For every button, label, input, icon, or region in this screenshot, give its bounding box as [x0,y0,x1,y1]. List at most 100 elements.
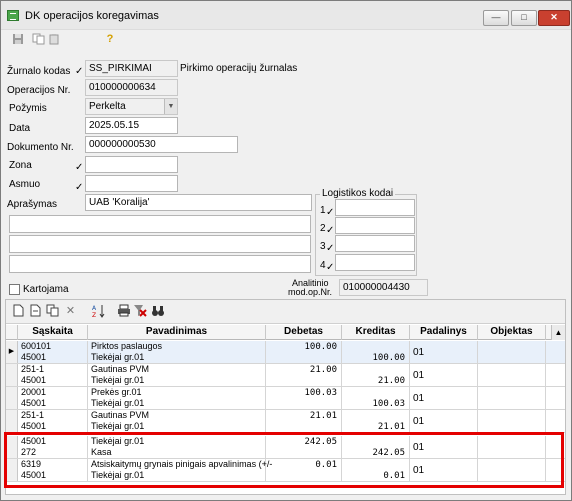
account-cell: 45001 272 [18,436,88,458]
table-row[interactable]: ▶ 600101 45001 Pirktos paslaugos Tiekėja… [6,341,565,364]
credit-cell: 100.00 [342,341,410,363]
repeat-checkbox[interactable] [9,284,20,295]
account-debit: 251-1 [21,410,45,420]
document-no-field[interactable]: 000000000530 [85,136,238,153]
account-debit: 20001 [21,387,47,397]
logistics-code-2-label: 2 [320,223,326,234]
account-debit: 45001 [21,436,47,446]
row-indicator [6,410,18,432]
debit-value: 0.01 [315,460,337,470]
table-row[interactable]: 251-1 45001 Gautinas PVM Tiekėjai gr.01 … [6,410,565,433]
minimize-button[interactable]: — [483,10,509,26]
check-icon: ✓ [326,225,335,236]
description-line-3[interactable] [9,235,311,253]
col-padalinys[interactable]: Padalinys [410,325,478,340]
department-value: 01 [413,393,425,404]
date-field[interactable]: 2025.05.15 [85,117,178,134]
table-row[interactable]: 6319 45001 Atsiskaitymų grynais pinigais… [6,459,565,482]
help-icon[interactable]: ? [103,33,117,46]
analytic-op-no-field: 010000004430 [339,279,428,296]
debit-cell: 242.05 [266,436,342,458]
print-icon[interactable] [117,304,130,318]
maximize-button[interactable]: □ [511,10,537,26]
scroll-up-icon[interactable]: ▲ [551,325,565,340]
app-icon [7,10,19,21]
operation-no-label: Operacijos Nr. [7,85,71,96]
repeat-label: Kartojama [23,284,69,295]
name-debit: Atsiskaitymų grynais pinigais apvalinima… [91,459,273,469]
check-icon: ✓ [326,262,335,273]
remove-filter-icon[interactable] [133,304,147,318]
row-indicator-icon: ▶ [6,341,18,363]
credit-cell: 21.00 [342,364,410,386]
title-bar: DK operacijos koregavimas — □ ✕ [1,1,571,30]
row-indicator [6,436,18,458]
name-debit: Gautinas PVM [91,410,150,420]
credit-value: 21.01 [377,422,405,432]
logistics-code-1-field[interactable] [335,199,415,216]
department-cell: 01 [410,364,478,386]
chevron-down-icon[interactable]: ▼ [164,99,177,114]
credit-value: 0.01 [383,471,405,481]
close-button[interactable]: ✕ [538,10,570,26]
attribute-select[interactable]: Perkelta ▼ [85,98,178,115]
operation-no-field: 010000000634 [85,79,178,96]
name-credit: Kasa [91,447,112,457]
name-credit: Tiekėjai gr.01 [91,421,145,431]
col-objektas[interactable]: Objektas [478,325,546,340]
new-row-icon[interactable] [12,304,25,318]
credit-value: 100.00 [372,353,405,363]
col-pavadinimas[interactable]: Pavadinimas [88,325,266,340]
grid-header: Sąskaita Pavadinimas Debetas Kreditas Pa… [6,325,565,340]
table-row[interactable]: 45001 272 Tiekėjai gr.01 Kasa 242.05 242… [6,436,565,459]
debit-value: 100.00 [304,342,337,352]
copy-icon[interactable] [31,33,45,46]
table-row[interactable]: 20001 45001 Prekės gr.01 Tiekėjai gr.01 … [6,387,565,410]
col-kreditas[interactable]: Kreditas [342,325,410,340]
debit-value: 21.00 [309,365,337,375]
description-line-2[interactable] [9,215,311,233]
save-icon[interactable] [11,33,25,46]
debit-value: 100.03 [304,388,337,398]
col-debetas[interactable]: Debetas [266,325,342,340]
department-cell: 01 [410,341,478,363]
name-debit: Tiekėjai gr.01 [91,436,145,446]
check-icon: ✓ [326,207,335,218]
person-field[interactable] [85,175,178,192]
description-line-4[interactable] [9,255,311,273]
description-field[interactable]: UAB 'Koralija' [85,194,312,211]
department-value: 01 [413,370,425,381]
journal-code-field[interactable]: SS_PIRKIMAI [85,60,178,77]
delete-row-icon[interactable]: ✕ [64,304,77,318]
edit-row-icon[interactable] [29,304,42,318]
logistics-code-3-field[interactable] [335,235,415,252]
account-credit: 45001 [21,352,47,362]
name-debit: Pirktos paslaugos [91,341,163,351]
journal-code-label: Žurnalo kodas [7,66,71,77]
debit-value: 242.05 [304,437,337,447]
logistics-codes-title: Logistikos kodai [320,188,396,199]
sort-icon[interactable]: AZ [92,304,105,319]
table-row[interactable]: 251-1 45001 Gautinas PVM Tiekėjai gr.01 … [6,364,565,387]
account-credit: 45001 [21,421,47,431]
account-debit: 251-1 [21,364,45,374]
grid-toolbar: ✕ AZ [6,300,565,324]
paste-icon[interactable] [47,33,61,46]
copy-row-icon[interactable] [46,304,59,318]
account-cell: 600101 45001 [18,341,88,363]
logistics-code-2-field[interactable] [335,217,415,234]
object-cell [478,459,546,481]
logistics-code-4-field[interactable] [335,254,415,271]
dk-operation-edit-window: DK operacijos koregavimas — □ ✕ ? Žurnal… [0,0,572,501]
col-saskaita[interactable]: Sąskaita [18,325,88,340]
name-cell: Gautinas PVM Tiekėjai gr.01 [88,410,266,432]
row-indicator [6,387,18,409]
zone-label: Zona [9,160,32,171]
binoculars-icon[interactable] [151,304,164,318]
svg-text:Z: Z [92,312,96,318]
zone-field[interactable] [85,156,178,173]
debit-cell: 100.00 [266,341,342,363]
account-debit: 600101 [21,341,52,351]
check-icon: ✓ [326,243,335,254]
account-cell: 20001 45001 [18,387,88,409]
